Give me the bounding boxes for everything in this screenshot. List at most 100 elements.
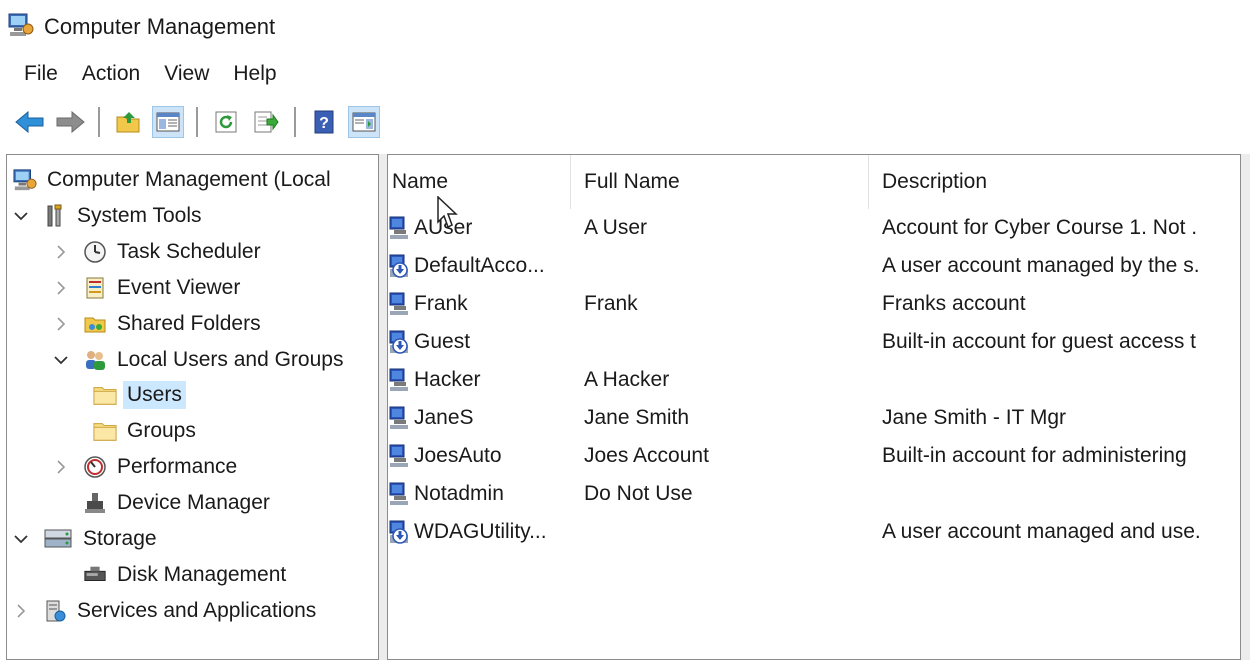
tree-node-label: Services and Applications <box>77 598 317 622</box>
user-icon <box>388 443 412 469</box>
tree-node-label: Computer Management (Local <box>47 168 331 191</box>
table-row[interactable]: Hacker A Hacker <box>388 361 1240 399</box>
menu-help[interactable]: Help <box>221 58 288 90</box>
tree-node-label: Storage <box>83 527 157 550</box>
tree-node-label: Users <box>123 381 186 410</box>
tree-node-label: Device Manager <box>117 491 270 515</box>
table-row[interactable]: Frank Frank Franks account <box>388 285 1240 323</box>
column-header-name[interactable]: Name <box>388 155 568 209</box>
tree-node-local-users-and-groups[interactable]: Local Users and Groups <box>53 343 343 377</box>
tree-node-event-viewer[interactable]: Event Viewer <box>53 271 240 305</box>
collapse-chevron-icon[interactable] <box>13 603 29 619</box>
user-name: WDAGUtility... <box>414 520 547 543</box>
up-one-level-button[interactable] <box>112 106 144 138</box>
collapse-chevron-icon[interactable] <box>53 316 69 332</box>
tree-node-performance[interactable]: Performance <box>53 450 237 484</box>
table-row[interactable]: WDAGUtility... A user account managed and… <box>388 513 1240 551</box>
menu-view[interactable]: View <box>152 58 221 90</box>
cell-full-name <box>584 323 870 361</box>
cell-full-name <box>584 247 870 285</box>
tree-node-device-manager[interactable]: Device Manager <box>53 486 270 520</box>
expand-chevron-icon[interactable] <box>13 531 29 547</box>
cell-description: Built-in account for guest access t <box>882 330 1196 353</box>
tree-node-label: Task Scheduler <box>117 239 261 263</box>
tree-node-task-scheduler[interactable]: Task Scheduler <box>53 235 261 269</box>
tree-node-disk-management[interactable]: Disk Management <box>53 558 286 592</box>
menu-action[interactable]: Action <box>70 58 152 90</box>
table-row[interactable]: AUser A User Account for Cyber Course 1. N… <box>388 209 1240 247</box>
cell-name: Guest <box>388 323 574 361</box>
disabled-user-icon <box>388 253 412 279</box>
help-icon: ? <box>314 110 334 134</box>
tree-node-label: Event Viewer <box>117 275 241 299</box>
cell-name: JoesAuto <box>388 437 574 475</box>
cell-description: Franks account <box>882 292 1026 315</box>
disabled-user-icon <box>388 519 412 545</box>
menu-file[interactable]: File <box>12 58 70 90</box>
event-viewer-icon <box>83 276 107 300</box>
export-list-icon <box>254 111 279 133</box>
toolbar-separator <box>98 107 100 137</box>
tree-node-label: System Tools <box>77 203 202 227</box>
column-divider[interactable] <box>868 155 869 209</box>
tree-node-label: Local Users and Groups <box>117 347 344 371</box>
user-icon <box>388 481 412 507</box>
refresh-button[interactable] <box>210 106 242 138</box>
console-tree[interactable]: Computer Management (Local System Tools Ta… <box>6 154 382 660</box>
cell-full-name: A User <box>584 216 648 239</box>
cell-description <box>882 361 1240 399</box>
device-manager-icon <box>83 491 107 515</box>
table-row[interactable]: Notadmin Do Not Use <box>388 475 1240 513</box>
tree-node-label: Disk Management <box>117 562 287 586</box>
tree-node-services-and-applications[interactable]: Services and Applications <box>13 594 316 628</box>
table-row[interactable]: Guest Built-in account for guest access t <box>388 323 1240 361</box>
forward-arrow-icon <box>56 111 85 133</box>
show-hide-console-tree-button[interactable] <box>152 106 184 138</box>
user-icon <box>388 215 412 241</box>
details-list[interactable]: Name Full Name Description AUser A User Ac… <box>388 154 1250 660</box>
export-list-button[interactable] <box>250 106 282 138</box>
collapse-chevron-icon[interactable] <box>53 244 69 260</box>
collapse-chevron-icon[interactable] <box>53 280 69 296</box>
refresh-icon <box>215 111 237 133</box>
column-header-description[interactable]: Description <box>878 155 1238 209</box>
back-button[interactable] <box>14 106 46 138</box>
user-name: Frank <box>414 292 468 315</box>
folder-up-icon <box>116 112 140 133</box>
table-row[interactable]: DefaultAcco... A user account managed by … <box>388 247 1240 285</box>
forward-button[interactable] <box>54 106 86 138</box>
column-header-full-name[interactable]: Full Name <box>580 155 870 209</box>
show-hide-action-pane-button[interactable] <box>348 106 380 138</box>
column-divider[interactable] <box>570 155 571 209</box>
user-icon <box>388 367 412 393</box>
tree-node-storage[interactable]: Storage <box>13 522 157 556</box>
tree-node-users[interactable]: Users <box>93 378 186 412</box>
tree-node-system-tools[interactable]: System Tools <box>13 199 202 233</box>
help-button[interactable]: ? <box>308 106 340 138</box>
cell-description: Account for Cyber Course 1. Not . <box>882 216 1198 239</box>
svg-text:?: ? <box>319 115 329 132</box>
user-name: DefaultAcco... <box>414 254 545 277</box>
toolbar-separator <box>294 107 296 137</box>
collapse-chevron-icon[interactable] <box>53 459 69 475</box>
vertical-scrollbar[interactable] <box>1240 154 1250 660</box>
cell-full-name <box>584 513 870 551</box>
expand-chevron-icon[interactable] <box>53 352 69 368</box>
window-title: Computer Management <box>44 14 276 39</box>
table-row[interactable]: JaneS Jane Smith Jane Smith - IT Mgr <box>388 399 1240 437</box>
folder-icon <box>93 419 117 443</box>
user-name: Hacker <box>414 368 481 391</box>
table-row[interactable]: JoesAuto Joes Account Built-in account for… <box>388 437 1240 475</box>
cell-full-name: Joes Account <box>584 444 709 467</box>
tree-node-shared-folders[interactable]: Shared Folders <box>53 307 261 341</box>
cell-full-name: Frank <box>584 292 638 315</box>
cell-description: A user account managed by the s. <box>882 254 1200 277</box>
cell-name: DefaultAcco... <box>388 247 574 285</box>
cell-description: Built-in account for administering <box>882 444 1187 467</box>
tree-node-groups[interactable]: Groups <box>93 414 196 448</box>
expand-chevron-icon[interactable] <box>13 208 29 224</box>
pane-splitter[interactable] <box>378 154 388 660</box>
tree-node-computer-management-local[interactable]: Computer Management (Local <box>13 163 331 197</box>
cell-name: AUser <box>388 209 574 247</box>
